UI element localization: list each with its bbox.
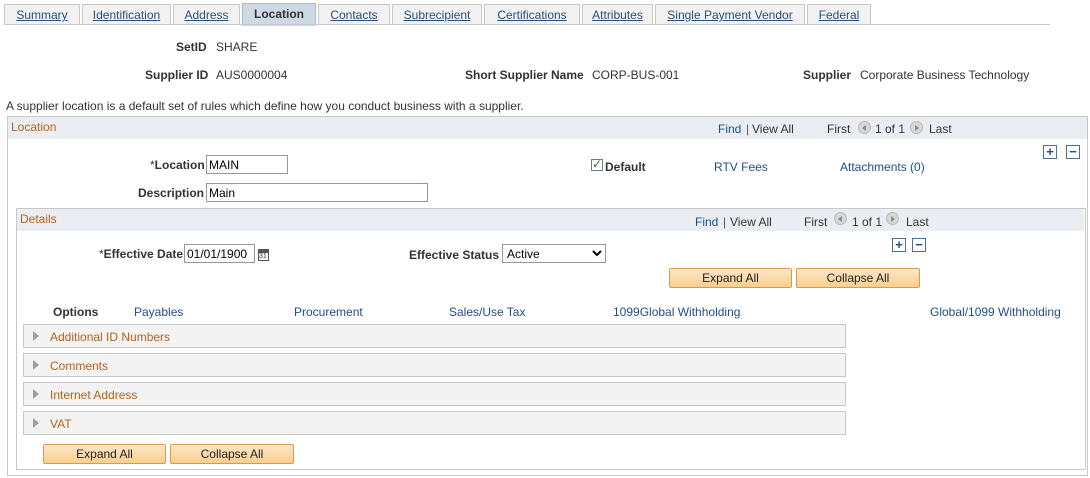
tab-attributes[interactable]: Attributes	[582, 4, 653, 25]
effective-date-input[interactable]	[184, 244, 255, 263]
section-title: Additional ID Numbers	[50, 330, 171, 344]
details-find-link[interactable]: Find	[695, 215, 718, 229]
short-supplier-name-label: Short Supplier Name	[465, 68, 584, 82]
default-label: Default	[605, 160, 646, 174]
section-title: Comments	[50, 359, 109, 373]
section-title: VAT	[50, 417, 72, 431]
details-next-arrow-icon[interactable]	[886, 212, 899, 225]
description-label: Description	[138, 186, 205, 200]
global-1099-withholding-link[interactable]: Global/1099 Withholding	[930, 305, 1061, 319]
tab-single-payment-vendor[interactable]: Single Payment Vendor	[655, 4, 805, 25]
effective-status-label: Effective Status	[409, 248, 500, 262]
location-prev-arrow-icon[interactable]	[858, 121, 871, 134]
tab-identification[interactable]: Identification	[82, 4, 171, 25]
location-count: 1 of 1	[875, 122, 906, 136]
details-count: 1 of 1	[852, 215, 883, 229]
setid-label: SetID	[176, 40, 207, 54]
section-title: Internet Address	[50, 388, 138, 402]
details-title: Details	[20, 212, 57, 226]
supplier-id-value: AUS0000004	[216, 68, 288, 82]
bottom-collapse-all-button[interactable]: Collapse All	[170, 444, 294, 464]
default-checkbox[interactable]	[591, 157, 603, 171]
details-first-label: First	[804, 215, 828, 229]
location-input[interactable]	[206, 155, 288, 174]
location-header	[8, 117, 1087, 139]
details-last-label: Last	[906, 215, 929, 229]
tab-address[interactable]: Address	[173, 4, 240, 25]
supplier-id-label: Supplier ID	[145, 68, 209, 82]
location-add-row-icon[interactable]: +	[1043, 145, 1057, 159]
expand-triangle-icon	[33, 389, 39, 399]
location-field-label: *Location	[150, 158, 205, 172]
tab-summary[interactable]: Summary	[4, 4, 80, 25]
tab-certifications[interactable]: Certifications	[484, 4, 580, 25]
description-input[interactable]	[206, 183, 428, 202]
location-nav-separator: |	[746, 122, 750, 136]
location-find-link[interactable]: Find	[718, 122, 741, 136]
section-internet-address[interactable]: Internet Address	[23, 382, 846, 406]
tab-subrecipient[interactable]: Subrecipient	[392, 4, 482, 25]
supplier-label: Supplier	[803, 68, 852, 82]
details-nav-separator: |	[723, 215, 727, 229]
sales-use-tax-link[interactable]: Sales/Use Tax	[449, 305, 525, 319]
effective-date-label: *Effective Date	[99, 247, 184, 261]
location-next-arrow-icon[interactable]	[910, 121, 923, 134]
expand-triangle-icon	[33, 418, 39, 428]
procurement-link[interactable]: Procurement	[294, 305, 363, 319]
section-comments[interactable]: Comments	[23, 353, 846, 377]
tab-divider	[4, 24, 1050, 25]
1099-global-withholding-link[interactable]: 1099Global Withholding	[613, 305, 740, 319]
short-supplier-name-value: CORP-BUS-001	[592, 68, 680, 82]
details-view-all-link[interactable]: View All	[730, 215, 772, 229]
bottom-expand-all-button[interactable]: Expand All	[43, 444, 166, 464]
location-last-label: Last	[929, 122, 952, 136]
location-first-label: First	[827, 122, 851, 136]
details-prev-arrow-icon[interactable]	[834, 212, 847, 225]
supplier-value: Corporate Business Technology	[860, 68, 1030, 82]
tab-contacts[interactable]: Contacts	[318, 4, 390, 25]
expand-triangle-icon	[33, 331, 39, 341]
section-additional-id-numbers[interactable]: Additional ID Numbers	[23, 324, 846, 348]
rtv-fees-link[interactable]: RTV Fees	[714, 160, 768, 174]
page-description: A supplier location is a default set of …	[6, 99, 524, 113]
tab-federal[interactable]: Federal	[807, 4, 871, 25]
details-expand-all-button[interactable]: Expand All	[669, 268, 792, 288]
effective-status-select[interactable]: Active	[502, 244, 606, 263]
setid-value: SHARE	[216, 40, 258, 54]
calendar-icon[interactable]	[258, 249, 269, 261]
location-view-all-link[interactable]: View All	[752, 122, 794, 136]
details-add-row-icon[interactable]: +	[892, 238, 906, 252]
options-label: Options	[53, 305, 99, 319]
details-collapse-all-button[interactable]: Collapse All	[796, 268, 920, 288]
location-delete-row-icon[interactable]: −	[1066, 145, 1080, 159]
location-title: Location	[11, 120, 57, 134]
expand-triangle-icon	[33, 360, 39, 370]
payables-link[interactable]: Payables	[134, 305, 183, 319]
section-vat[interactable]: VAT	[23, 411, 846, 435]
details-delete-row-icon[interactable]: −	[912, 238, 926, 252]
tab-location[interactable]: Location	[242, 3, 316, 26]
attachments-link[interactable]: Attachments (0)	[840, 160, 925, 174]
